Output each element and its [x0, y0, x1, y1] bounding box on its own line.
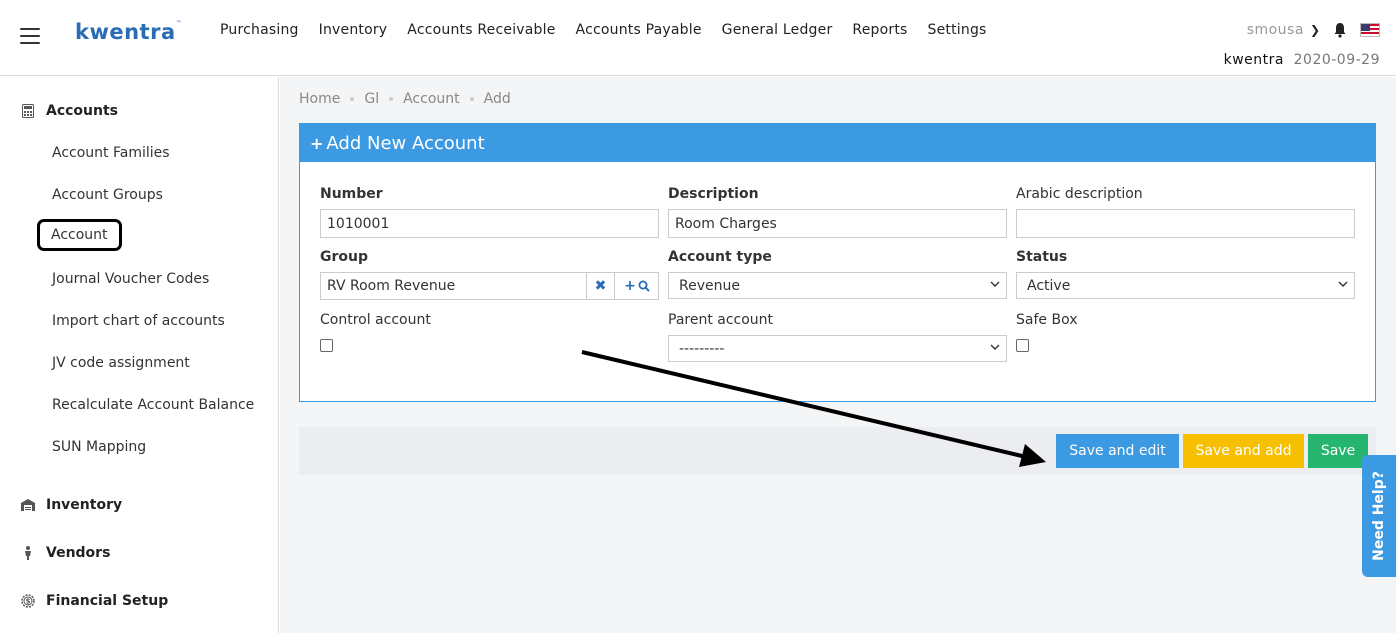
main-nav: Purchasing Inventory Accounts Receivable… — [210, 22, 997, 38]
add-search-group-button[interactable]: + — [614, 272, 659, 300]
nav-accounts-payable[interactable]: Accounts Payable — [576, 22, 702, 38]
breadcrumb-separator — [350, 97, 355, 101]
account-type-value: Revenue — [679, 277, 740, 294]
sidebar-item-recalculate-account-balance[interactable]: Recalculate Account Balance — [52, 397, 254, 413]
safe-box-label: Safe Box — [1016, 312, 1078, 328]
description-field[interactable] — [668, 209, 1007, 238]
breadcrumb: Home Gl Account Add — [299, 91, 511, 107]
sidebar-section-label: Accounts — [46, 103, 119, 119]
logo-trademark: ™ — [175, 20, 183, 27]
breadcrumb-account[interactable]: Account — [403, 91, 460, 107]
nav-accounts-receivable[interactable]: Accounts Receivable — [407, 22, 555, 38]
description-label: Description — [668, 186, 759, 202]
nav-inventory[interactable]: Inventory — [319, 22, 388, 38]
arabic-description-label: Arabic description — [1016, 186, 1143, 202]
svg-text:$: $ — [26, 598, 31, 606]
status-label: Status — [1016, 249, 1068, 265]
number-field[interactable] — [320, 209, 659, 238]
sidebar-item-account[interactable]: Account — [37, 219, 122, 251]
need-help-label: Need Help? — [1371, 471, 1388, 561]
save-and-add-button[interactable]: Save and add — [1183, 434, 1304, 468]
bell-icon[interactable] — [1332, 22, 1348, 38]
user-menu: smousa ❯ — [1247, 22, 1380, 38]
chevron-down-icon — [990, 281, 1000, 287]
form-actions-bar: Save and edit Save and add Save — [299, 427, 1376, 475]
sidebar-item-import-chart-of-accounts[interactable]: Import chart of accounts — [52, 313, 225, 329]
save-button[interactable]: Save — [1308, 434, 1368, 468]
top-bar: kwentra™ Purchasing Inventory Accounts R… — [0, 0, 1396, 76]
parent-account-select[interactable]: --------- — [668, 335, 1007, 362]
hamburger-menu-icon[interactable] — [20, 28, 40, 44]
status-value: Active — [1027, 277, 1071, 294]
group-field-value: RV Room Revenue — [327, 278, 456, 294]
nav-general-ledger[interactable]: General Ledger — [722, 22, 833, 38]
number-label: Number — [320, 186, 383, 202]
dollar-gear-icon: $ — [20, 593, 36, 609]
clear-group-icon[interactable]: ✖ — [586, 272, 614, 300]
current-date: 2020-09-29 — [1293, 52, 1380, 68]
warehouse-icon — [20, 497, 36, 513]
chevron-down-icon — [990, 344, 1000, 350]
sidebar-section-inventory[interactable]: Inventory — [20, 497, 122, 513]
breadcrumb-separator — [469, 97, 474, 101]
control-account-label: Control account — [320, 312, 431, 328]
sidebar-item-account-groups[interactable]: Account Groups — [52, 187, 163, 203]
arabic-description-field[interactable] — [1016, 209, 1355, 238]
calculator-icon — [20, 103, 36, 119]
panel-title: Add New Account — [326, 132, 485, 154]
parent-account-label: Parent account — [668, 312, 774, 328]
username[interactable]: smousa — [1247, 22, 1304, 38]
sidebar-section-label: Financial Setup — [46, 593, 169, 609]
person-icon — [20, 545, 36, 561]
panel-header: + Add New Account — [300, 124, 1375, 162]
sidebar-section-financial-setup[interactable]: $ Financial Setup — [20, 593, 168, 609]
sidebar-section-accounts[interactable]: Accounts — [20, 103, 118, 119]
account-type-label: Account type — [668, 249, 772, 265]
plus-icon: + — [624, 278, 636, 294]
breadcrumb-gl[interactable]: Gl — [364, 91, 379, 107]
breadcrumb-add: Add — [483, 91, 511, 107]
add-account-panel: + Add New Account Number Description Ara… — [299, 123, 1376, 402]
company-name: kwentra — [1223, 52, 1284, 68]
main-content: Home Gl Account Add + Add New Account Nu… — [280, 77, 1396, 633]
parent-account-value: --------- — [679, 340, 725, 357]
us-flag-icon[interactable] — [1360, 23, 1380, 37]
sidebar-item-journal-voucher-codes[interactable]: Journal Voucher Codes — [52, 271, 209, 287]
sidebar: Accounts Account Families Account Groups… — [0, 77, 279, 633]
breadcrumb-home[interactable]: Home — [299, 91, 340, 107]
sidebar-item-account-families[interactable]: Account Families — [52, 145, 170, 161]
control-account-checkbox[interactable] — [320, 339, 333, 352]
need-help-tab[interactable]: Need Help? — [1362, 455, 1396, 577]
status-select[interactable]: Active — [1016, 272, 1355, 299]
logo-text: kwentra — [75, 20, 176, 44]
chevron-down-icon[interactable]: ❯ — [1310, 23, 1320, 37]
sidebar-section-label: Inventory — [46, 497, 123, 513]
safe-box-checkbox[interactable] — [1016, 339, 1029, 352]
plus-icon: + — [310, 133, 324, 153]
nav-reports[interactable]: Reports — [852, 22, 907, 38]
sidebar-section-vendors[interactable]: Vendors — [20, 545, 110, 561]
logo[interactable]: kwentra™ — [75, 20, 182, 44]
save-and-edit-button[interactable]: Save and edit — [1056, 434, 1179, 468]
account-type-select[interactable]: Revenue — [668, 272, 1007, 299]
breadcrumb-separator — [389, 97, 394, 101]
group-label: Group — [320, 249, 369, 265]
search-icon — [638, 280, 650, 292]
sidebar-item-sun-mapping[interactable]: SUN Mapping — [52, 439, 146, 455]
chevron-down-icon — [1338, 281, 1348, 287]
nav-settings[interactable]: Settings — [928, 22, 987, 38]
nav-purchasing[interactable]: Purchasing — [220, 22, 299, 38]
sidebar-item-jv-code-assignment[interactable]: JV code assignment — [52, 355, 190, 371]
sidebar-section-label: Vendors — [46, 545, 111, 561]
